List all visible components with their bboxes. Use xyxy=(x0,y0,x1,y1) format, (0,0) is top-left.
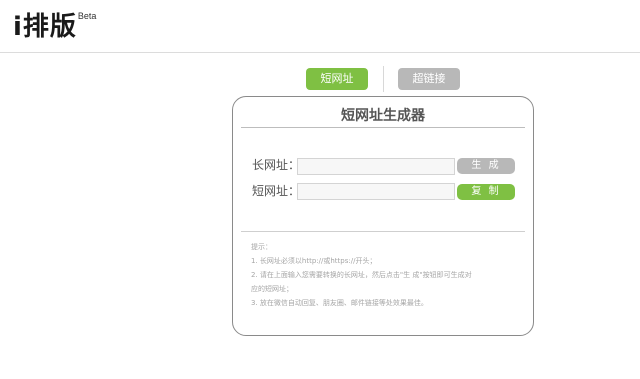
copy-button[interactable]: 复 制 xyxy=(457,184,515,200)
tips-section: 提示： 1. 长网址必须以http://或https://开头； 2. 请在上面… xyxy=(251,240,523,310)
title-divider xyxy=(241,127,525,128)
tips-divider xyxy=(241,231,525,232)
short-url-label: 短网址： xyxy=(252,184,301,198)
card-title: 短网址生成器 xyxy=(341,108,425,124)
long-url-input[interactable] xyxy=(297,158,455,175)
short-url-output[interactable] xyxy=(297,183,455,200)
short-url-generator-card: 短网址生成器 长网址： 生 成 短网址： 复 制 提示： 1. 长网址必须以ht… xyxy=(232,96,534,336)
tips-heading: 提示： xyxy=(251,243,272,251)
tab-short-url[interactable]: 短网址 xyxy=(306,68,368,90)
top-header: i排版 Beta xyxy=(0,0,640,53)
long-url-label: 长网址： xyxy=(252,158,301,172)
tip-item: 2. 请在上面输入您需要转换的长网址，然后点击"生 成"按钮即可生成对 xyxy=(251,271,472,279)
generate-button[interactable]: 生 成 xyxy=(457,158,515,174)
logo-text: i排版 xyxy=(13,12,77,42)
tab-divider xyxy=(383,66,384,92)
beta-badge: Beta xyxy=(77,11,97,21)
tip-item-continued: 应的短网址； xyxy=(251,285,293,293)
tip-item: 1. 长网址必须以http://或https://开头； xyxy=(251,257,377,265)
tab-hyperlink[interactable]: 超链接 xyxy=(398,68,460,90)
app-logo[interactable]: i排版 Beta xyxy=(13,11,97,44)
tip-item: 3. 放在微信自动回复、朋友圈、邮件链接等处效果最佳。 xyxy=(251,299,428,307)
